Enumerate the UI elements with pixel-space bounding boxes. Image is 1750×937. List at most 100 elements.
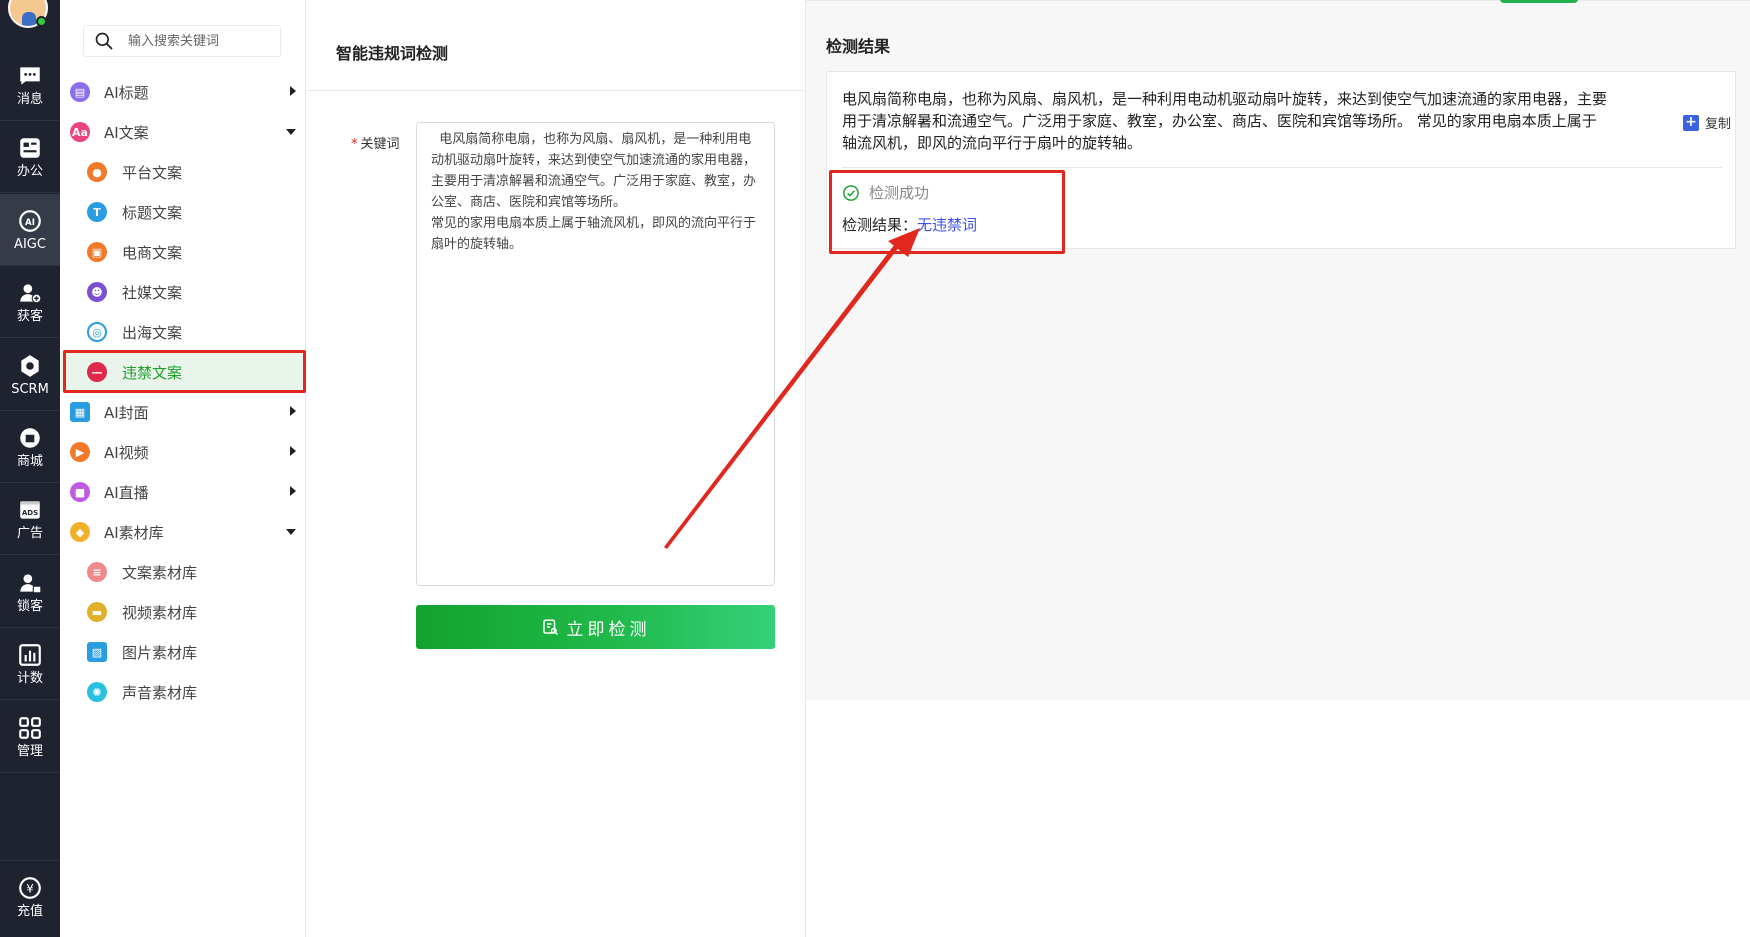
rail-label: 消息 — [16, 91, 43, 107]
menu-title-copy[interactable]: T 标题文案 — [60, 192, 306, 232]
ads-icon: ADS — [20, 500, 40, 519]
menu-label: 电商文案 — [122, 243, 183, 262]
menu-sound-library[interactable]: ✺ 声音素材库 — [60, 672, 306, 712]
feature-menu: ▤ AI标题 Aa AI文案 ● 平台文案 T 标题文案 ▣ 电商文案 ☻ 社媒… — [60, 0, 306, 937]
svg-text:ADS: ADS — [22, 507, 38, 516]
highlight-box-menu — [63, 350, 306, 393]
menu-label: 平台文案 — [122, 163, 183, 182]
menu-label: AI封面 — [104, 403, 149, 422]
online-status-icon — [36, 16, 47, 27]
menu-label: AI视频 — [104, 443, 149, 462]
user-lock-icon — [20, 573, 42, 593]
menu-ai-cover[interactable]: ▦ AI封面 — [60, 392, 306, 432]
caret-down-icon — [286, 129, 296, 135]
rail-item-recharge[interactable]: ¥ 充值 — [0, 860, 60, 932]
video-icon: ▶ — [70, 442, 90, 462]
rail-item-message[interactable]: 消息 — [0, 49, 60, 121]
menu-ai-title[interactable]: ▤ AI标题 — [60, 72, 306, 112]
camera-icon: ■ — [70, 482, 90, 502]
search-input[interactable] — [128, 33, 268, 49]
rail-item-lock[interactable]: 锁客 — [0, 556, 60, 628]
rail-label: 获客 — [16, 308, 43, 324]
shop-icon — [20, 427, 40, 448]
platform-icon: ● — [87, 162, 107, 182]
rail-item-ads[interactable]: ADS 广告 — [0, 483, 60, 555]
copy-button[interactable]: + 复制 — [1683, 113, 1731, 132]
rail-item-shop[interactable]: 商城 — [0, 411, 60, 483]
search-icon — [95, 32, 113, 50]
divider — [306, 90, 806, 91]
yen-icon: ¥ — [19, 876, 41, 899]
scrm-icon — [21, 354, 39, 377]
shop-bag-icon: ▣ — [87, 242, 107, 262]
rail-label: 商城 — [16, 453, 43, 469]
copy-icon: + — [1683, 114, 1699, 131]
rail-item-acquire[interactable]: 获客 — [0, 266, 60, 338]
result-text-line: 电风扇简称电扇，也称为风扇、扇风机，是一种利用电动机驱动扇叶旋转，来达到使空气加… — [842, 90, 1608, 108]
divider — [842, 167, 1722, 168]
menu-ai-live[interactable]: ■ AI直播 — [60, 472, 306, 512]
menu-label: AI标题 — [104, 83, 149, 102]
svg-text:¥: ¥ — [26, 881, 34, 895]
keyword-label-text: 关键词 — [360, 137, 400, 152]
rail-item-manage[interactable]: 管理 — [0, 701, 60, 773]
title-icon: ▤ — [70, 82, 90, 102]
rail-item-office[interactable]: 办公 — [0, 121, 60, 193]
left-rail: 消息 办公 AI AIGC 获客 SCRM 商城 ADS 广告 锁客 计数 管理… — [0, 0, 60, 937]
keyword-textarea[interactable]: 电风扇简称电扇，也称为风扇、扇风机，是一种利用电动机驱动扇叶旋转，来达到使空气加… — [416, 122, 775, 586]
menu-copy-library[interactable]: ≡ 文案素材库 — [60, 552, 306, 592]
caret-right-icon — [290, 86, 296, 96]
menu-ecommerce-copy[interactable]: ▣ 电商文案 — [60, 232, 306, 272]
grid-icon — [19, 716, 41, 739]
menu-video-library[interactable]: ▬ 视频素材库 — [60, 592, 306, 632]
page-title: 智能违规词检测 — [336, 44, 449, 63]
text-icon: Aa — [70, 122, 90, 142]
result-text[interactable]: 电风扇简称电扇，也称为风扇、扇风机，是一种利用电动机驱动扇叶旋转，来达到使空气加… — [842, 88, 1662, 154]
menu-search[interactable] — [83, 25, 281, 57]
user-add-icon — [20, 283, 42, 303]
detect-button-label: 立即检测 — [566, 619, 651, 640]
result-text-line: 用于清凉解暑和流通空气。广泛用于家庭、教室，办公室、商店、医院和宾馆等场所。 常… — [842, 112, 1597, 130]
library-icon: ◆ — [70, 522, 90, 542]
film-icon: ▬ — [87, 602, 107, 622]
rail-item-scrm[interactable]: SCRM — [0, 339, 60, 411]
result-text-line: 轴流风机，即风的流向平行于扇叶的旋转轴。 — [842, 134, 1143, 152]
rail-label: SCRM — [11, 381, 49, 397]
rail-label: 锁客 — [16, 598, 43, 614]
globe-icon: ◎ — [87, 322, 107, 342]
scan-icon — [542, 619, 558, 636]
required-mark: * — [351, 137, 358, 152]
menu-social-copy[interactable]: ☻ 社媒文案 — [60, 272, 306, 312]
detect-now-button[interactable]: 立即检测 — [416, 605, 775, 649]
menu-ai-library[interactable]: ◆ AI素材库 — [60, 512, 306, 552]
rail-label: 广告 — [16, 525, 43, 541]
message-icon — [20, 66, 40, 85]
rail-item-count[interactable]: 计数 — [0, 628, 60, 700]
menu-label: 视频素材库 — [122, 603, 198, 622]
copy-label: 复制 — [1705, 117, 1732, 132]
menu-label: 声音素材库 — [122, 683, 198, 702]
rail-item-aigc[interactable]: AI AIGC — [0, 194, 60, 266]
result-panel: 检测结果 电风扇简称电扇，也称为风扇、扇风机，是一种利用电动机驱动扇叶旋转，来达… — [806, 0, 1750, 700]
menu-label: AI直播 — [104, 483, 149, 502]
rail-label: 计数 — [16, 670, 43, 686]
caret-right-icon — [290, 406, 296, 416]
menu-overseas-copy[interactable]: ◎ 出海文案 — [60, 312, 306, 352]
menu-platform-copy[interactable]: ● 平台文案 — [60, 152, 306, 192]
rail-label: AIGC — [14, 236, 46, 252]
caret-down-icon — [286, 529, 296, 535]
rail-label: 管理 — [16, 743, 43, 759]
menu-ai-video[interactable]: ▶ AI视频 — [60, 432, 306, 472]
doc-icon: ≡ — [87, 562, 107, 582]
menu-label: 标题文案 — [122, 203, 183, 222]
menu-image-library[interactable]: ▨ 图片素材库 — [60, 632, 306, 672]
menu-label: AI素材库 — [104, 523, 164, 542]
detection-form-panel: 智能违规词检测 * 关键词 电风扇简称电扇，也称为风扇、扇风机，是一种利用电动机驱… — [306, 0, 806, 937]
keyword-label: * 关键词 — [351, 133, 400, 152]
office-icon — [20, 137, 40, 158]
menu-ai-copy[interactable]: Aa AI文案 — [60, 112, 306, 152]
top-right-green-button[interactable] — [1500, 0, 1578, 3]
menu-label: 出海文案 — [122, 323, 183, 342]
bar-chart-icon — [19, 643, 41, 666]
sound-icon: ✺ — [87, 682, 107, 702]
